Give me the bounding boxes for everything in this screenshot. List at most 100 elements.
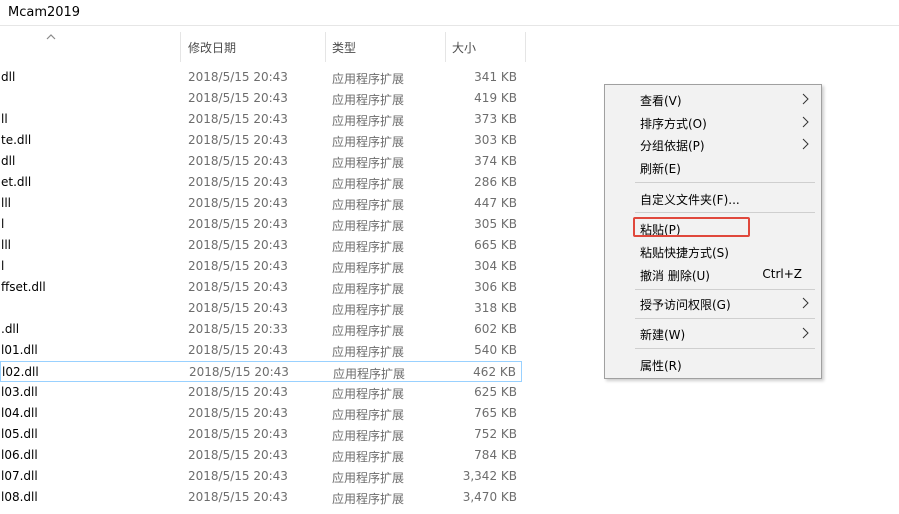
chevron-right-icon (802, 138, 809, 150)
file-date: 2018/5/15 20:43 (188, 238, 288, 252)
file-size: 374 KB (474, 154, 517, 168)
menu-item-refresh[interactable]: 刷新(E) (606, 156, 820, 178)
table-row[interactable]: te.dll 2018/5/15 20:43 应用程序扩展 303 KB (0, 130, 522, 151)
table-row[interactable]: l05.dll 2018/5/15 20:43 应用程序扩展 752 KB (0, 424, 522, 445)
table-row[interactable]: dll 2018/5/15 20:43 应用程序扩展 341 KB (0, 67, 522, 88)
annotation-highlight-box (633, 217, 750, 237)
file-type: 应用程序扩展 (332, 261, 405, 275)
table-row[interactable]: l04.dll 2018/5/15 20:43 应用程序扩展 765 KB (0, 403, 522, 424)
file-name: l06.dll (1, 448, 38, 462)
menu-item-label: 粘贴快捷方式(S) (640, 246, 729, 260)
table-row[interactable]: ll 2018/5/15 20:43 应用程序扩展 373 KB (0, 109, 522, 130)
file-type: 应用程序扩展 (332, 177, 405, 191)
menu-item-view[interactable]: 查看(V) (606, 88, 820, 110)
table-row[interactable]: .dll 2018/5/15 20:33 应用程序扩展 602 KB (0, 319, 522, 340)
chevron-up-icon[interactable] (45, 33, 57, 41)
table-row[interactable]: l 2018/5/15 20:43 应用程序扩展 305 KB (0, 214, 522, 235)
file-name: l04.dll (1, 406, 38, 420)
column-separator[interactable] (180, 32, 181, 62)
file-name: te.dll (1, 133, 32, 147)
file-date: 2018/5/15 20:43 (188, 448, 288, 462)
file-type: 应用程序扩展 (332, 282, 405, 296)
column-type[interactable]: 类型 (332, 39, 356, 56)
file-type: 应用程序扩展 (332, 219, 405, 233)
menu-item-give-access[interactable]: 授予访问权限(G) (606, 292, 820, 314)
table-row[interactable]: lll 2018/5/15 20:43 应用程序扩展 665 KB (0, 235, 522, 256)
table-row[interactable]: 2018/5/15 20:43 应用程序扩展 419 KB (0, 88, 522, 109)
file-name: l07.dll (1, 469, 38, 483)
file-date: 2018/5/15 20:43 (188, 259, 288, 273)
menu-item-group-by[interactable]: 分组依据(P) (606, 133, 820, 155)
menu-item-label: 分组依据(P) (640, 139, 705, 153)
file-type: 应用程序扩展 (332, 471, 405, 485)
menu-item-label: 查看(V) (640, 94, 682, 108)
file-name: l01.dll (1, 343, 38, 357)
table-row[interactable]: l07.dll 2018/5/15 20:43 应用程序扩展 3,342 KB (0, 466, 522, 487)
chevron-right-icon (802, 93, 809, 105)
column-separator[interactable] (445, 32, 446, 62)
file-type: 应用程序扩展 (332, 345, 405, 359)
file-size: 3,470 KB (462, 490, 517, 504)
file-name: dll (1, 154, 16, 168)
menu-item-label: 排序方式(O) (640, 117, 707, 131)
table-row[interactable]: lll 2018/5/15 20:43 应用程序扩展 447 KB (0, 193, 522, 214)
menu-item-paste-shortcut[interactable]: 粘贴快捷方式(S) (606, 240, 820, 262)
menu-separator (635, 182, 815, 183)
table-row[interactable]: l01.dll 2018/5/15 20:43 应用程序扩展 540 KB (0, 340, 522, 361)
table-row[interactable]: l 2018/5/15 20:43 应用程序扩展 304 KB (0, 256, 522, 277)
file-size: 540 KB (474, 343, 517, 357)
menu-item-label: 属性(R) (640, 359, 682, 373)
file-type: 应用程序扩展 (332, 408, 405, 422)
table-row[interactable]: l02.dll 2018/5/15 20:43 应用程序扩展 462 KB (0, 361, 522, 382)
menu-separator (635, 212, 815, 213)
file-size: 462 KB (473, 365, 516, 379)
table-row[interactable]: 2018/5/15 20:43 应用程序扩展 318 KB (0, 298, 522, 319)
table-row[interactable]: l03.dll 2018/5/15 20:43 应用程序扩展 625 KB (0, 382, 522, 403)
menu-item-undo-delete[interactable]: 撤消 删除(U) Ctrl+Z (606, 263, 820, 285)
column-separator[interactable] (525, 32, 526, 62)
file-date: 2018/5/15 20:43 (188, 175, 288, 189)
menu-item-customize-folder[interactable]: 自定义文件夹(F)... (606, 187, 820, 209)
file-name: l03.dll (1, 385, 38, 399)
menu-item-new[interactable]: 新建(W) (606, 322, 820, 344)
column-separator[interactable] (325, 32, 326, 62)
file-date: 2018/5/15 20:43 (189, 365, 289, 379)
file-size: 341 KB (474, 70, 517, 84)
file-size: 784 KB (474, 448, 517, 462)
file-size: 419 KB (474, 91, 517, 105)
file-date: 2018/5/15 20:43 (188, 91, 288, 105)
file-size: 3,342 KB (462, 469, 517, 483)
column-header: 修改日期 类型 大小 (0, 32, 530, 62)
file-name: l05.dll (1, 427, 38, 441)
file-name: et.dll (1, 175, 32, 189)
table-row[interactable]: dll 2018/5/15 20:43 应用程序扩展 374 KB (0, 151, 522, 172)
file-date: 2018/5/15 20:43 (188, 133, 288, 147)
menu-item-label: 授予访问权限(G) (640, 298, 731, 312)
file-date: 2018/5/15 20:43 (188, 280, 288, 294)
file-date: 2018/5/15 20:43 (188, 343, 288, 357)
file-type: 应用程序扩展 (332, 429, 405, 443)
column-date[interactable]: 修改日期 (188, 39, 236, 56)
table-row[interactable]: l06.dll 2018/5/15 20:43 应用程序扩展 784 KB (0, 445, 522, 466)
file-date: 2018/5/15 20:43 (188, 385, 288, 399)
menu-item-label: 新建(W) (640, 328, 686, 342)
column-size[interactable]: 大小 (452, 39, 476, 56)
window-title: Mcam2019 (8, 5, 81, 20)
context-menu: 查看(V) 排序方式(O) 分组依据(P) 刷新(E) 自定义文件夹(F)...… (604, 84, 822, 379)
table-row[interactable]: l08.dll 2018/5/15 20:43 应用程序扩展 3,470 KB (0, 487, 522, 508)
file-size: 447 KB (474, 196, 517, 210)
file-date: 2018/5/15 20:43 (188, 301, 288, 315)
file-date: 2018/5/15 20:33 (188, 322, 288, 336)
file-type: 应用程序扩展 (332, 450, 405, 464)
menu-item-properties[interactable]: 属性(R) (606, 353, 820, 375)
table-row[interactable]: et.dll 2018/5/15 20:43 应用程序扩展 286 KB (0, 172, 522, 193)
file-type: 应用程序扩展 (332, 93, 405, 107)
file-date: 2018/5/15 20:43 (188, 406, 288, 420)
file-date: 2018/5/15 20:43 (188, 217, 288, 231)
file-date: 2018/5/15 20:43 (188, 490, 288, 504)
file-name: dll (1, 70, 16, 84)
menu-separator (635, 289, 815, 290)
menu-item-sort-by[interactable]: 排序方式(O) (606, 111, 820, 133)
table-row[interactable]: ffset.dll 2018/5/15 20:43 应用程序扩展 306 KB (0, 277, 522, 298)
menu-item-label: 刷新(E) (640, 162, 681, 176)
